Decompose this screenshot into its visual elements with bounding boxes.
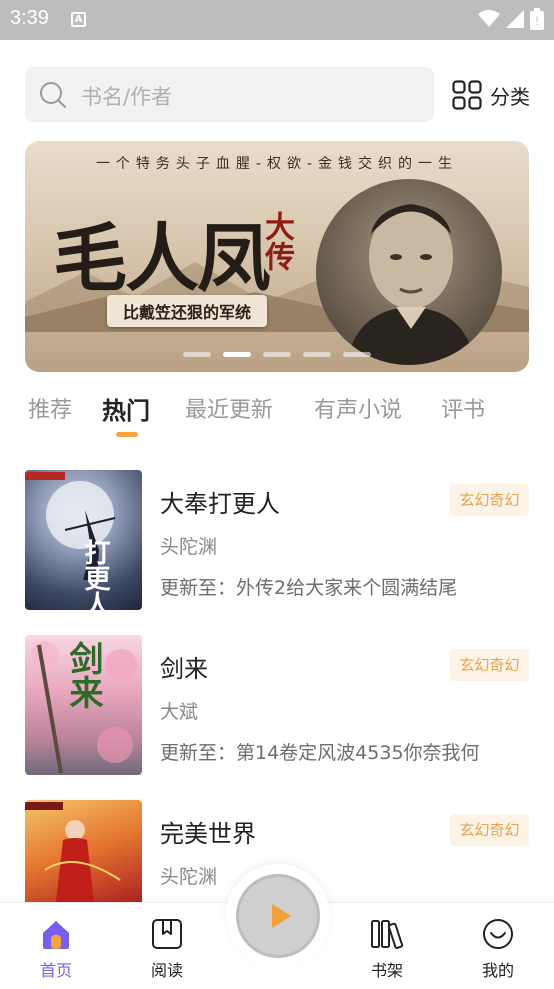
signal-icon — [506, 10, 524, 28]
list-item[interactable]: 剑来 剑来 大斌 更新至：第14卷定风波4535你奈我何 玄幻奇幻 — [0, 635, 554, 777]
nav-shelf[interactable]: 书架 — [357, 917, 417, 981]
play-icon — [272, 904, 291, 928]
banner-dot[interactable] — [263, 352, 291, 357]
play-button[interactable] — [236, 874, 320, 958]
svg-text:!: ! — [535, 14, 538, 28]
book-title: 剑来 — [160, 655, 208, 683]
nav-mine[interactable]: 我的 — [468, 917, 528, 981]
tab-audio-novels[interactable]: 有声小说 — [314, 392, 402, 424]
banner-subtitle: 大传 — [259, 211, 294, 271]
book-cover[interactable]: 打更人 — [25, 470, 142, 610]
banner-dot[interactable] — [303, 352, 331, 357]
banner-title: 毛人凤 — [53, 216, 271, 302]
bookshelf-icon — [371, 920, 404, 949]
book-title: 大奉打更人 — [160, 490, 280, 518]
book-author: 头陀渊 — [160, 536, 218, 558]
home-icon — [43, 921, 69, 949]
book-cover[interactable] — [25, 800, 142, 902]
list-item[interactable]: 打更人 大奉打更人 头陀渊 更新至：外传2给大家来个圆满结尾 玄幻奇幻 — [0, 470, 554, 612]
book-update: 更新至：第14卷定风波4535你奈我何 — [160, 742, 480, 764]
banner-carousel[interactable]: 一个特务头子血腥-权欲-金钱交织的一生 毛人凤 大传 比戴笠还狠的军统 — [25, 141, 529, 372]
nav-home[interactable]: 首页 — [26, 917, 86, 981]
status-bar: 3:39 A ! — [0, 0, 554, 40]
cover-title: 打更人 — [80, 539, 110, 610]
grid-icon — [452, 80, 482, 110]
tab-recent-updates[interactable]: 最近更新 — [185, 392, 273, 424]
wifi-icon — [478, 10, 500, 27]
smile-icon — [483, 919, 513, 949]
search-icon — [40, 82, 66, 108]
search-input[interactable]: 书名/作者 — [25, 67, 434, 122]
book-author: 大斌 — [160, 701, 199, 723]
tab-recommend[interactable]: 推荐 — [28, 392, 72, 424]
status-icons: ! — [478, 8, 544, 30]
book-author: 头陀渊 — [160, 866, 218, 888]
banner-dot[interactable] — [183, 352, 211, 357]
nav-read[interactable]: 阅读 — [137, 917, 197, 981]
nav-read-label: 阅读 — [150, 961, 183, 980]
nav-home-label: 首页 — [39, 961, 72, 980]
search-placeholder: 书名/作者 — [81, 85, 173, 109]
banner-portrait — [316, 179, 502, 365]
tab-indicator — [116, 432, 138, 437]
cover-title: 剑来 — [63, 640, 103, 709]
book-title: 完美世界 — [160, 820, 256, 848]
tab-storytelling[interactable]: 评书 — [441, 392, 485, 424]
genre-badge: 玄幻奇幻 — [450, 484, 529, 516]
tab-hot[interactable]: 热门 — [102, 391, 150, 426]
nav-shelf-label: 书架 — [370, 961, 403, 980]
banner-dot[interactable] — [343, 352, 371, 357]
category-label: 分类 — [490, 84, 530, 109]
book-update: 更新至：外传2给大家来个圆满结尾 — [160, 577, 458, 599]
banner-dots — [183, 352, 371, 357]
nav-mine-label: 我的 — [481, 961, 514, 980]
genre-badge: 玄幻奇幻 — [450, 814, 529, 846]
category-button[interactable]: 分类 — [452, 77, 530, 113]
book-open-icon — [152, 919, 182, 949]
status-time: 3:39 — [10, 7, 49, 29]
book-cover[interactable]: 剑来 — [25, 635, 142, 775]
banner-tagline: 一个特务头子血腥-权欲-金钱交织的一生 — [95, 156, 459, 172]
category-tabs: 推荐 热门 最近更新 有声小说 评书 — [0, 388, 554, 438]
banner-subtitle-text: 大传 — [259, 211, 294, 271]
notification-icon: A — [71, 12, 86, 27]
banner-slogan: 比戴笠还狠的军统 — [107, 295, 268, 327]
battery-icon: ! — [530, 8, 544, 30]
genre-badge: 玄幻奇幻 — [450, 649, 529, 681]
banner-dot-active[interactable] — [223, 352, 251, 357]
